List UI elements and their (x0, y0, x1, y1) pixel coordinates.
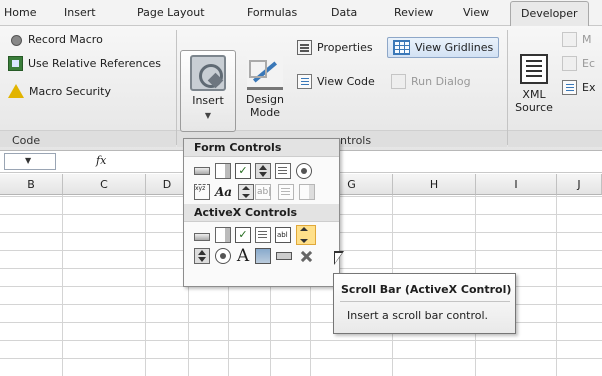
form-option-button-icon[interactable] (296, 163, 312, 179)
tab-insert[interactable]: Insert (64, 6, 96, 19)
xml-source-icon (520, 54, 548, 84)
tab-formulas[interactable]: Formulas (247, 6, 297, 19)
column-header-c[interactable]: C (63, 174, 146, 195)
export-icon (562, 80, 577, 95)
run-dialog-label: Run Dialog (411, 75, 471, 88)
map-icon (562, 32, 577, 47)
gridlines-icon (393, 40, 410, 55)
view-gridlines-button[interactable]: View Gridlines (387, 37, 500, 58)
form-controls-header: Form Controls (184, 139, 339, 157)
tooltip-divider (340, 301, 510, 302)
warning-icon (8, 84, 24, 98)
toolbox-icon (190, 55, 226, 91)
record-icon (8, 32, 23, 47)
tab-data[interactable]: Data (331, 6, 357, 19)
column-header-h[interactable]: H (393, 174, 476, 195)
xml-group-footer (508, 130, 602, 147)
xml-label-1: XML (522, 88, 546, 101)
tooltip-title: Scroll Bar (ActiveX Control) (341, 283, 512, 296)
activex-toggle-button-icon[interactable] (276, 252, 292, 260)
column-header-b[interactable]: B (0, 174, 63, 195)
xml-label-2: Source (515, 101, 553, 114)
macro-security-label: Macro Security (29, 84, 111, 98)
run-dialog-button[interactable]: Run Dialog (391, 74, 471, 89)
code-group-label: Code (12, 134, 41, 147)
run-dialog-icon (391, 74, 406, 89)
ribbon: Record Macro Use Relative References Mac… (0, 26, 602, 151)
tab-page-layout[interactable]: Page Layout (137, 6, 205, 19)
design-mode-label-1: Design (246, 93, 284, 106)
activex-check-box-icon[interactable]: ✓ (235, 227, 251, 243)
xml-expansion-label: Ec (582, 57, 595, 70)
properties-label: Properties (317, 41, 373, 54)
use-relative-references-button[interactable]: Use Relative References (8, 56, 161, 71)
form-combo-box-icon[interactable] (215, 163, 231, 179)
form-label-icon[interactable]: Aa (215, 184, 232, 200)
activex-combo-box-icon[interactable] (215, 227, 231, 243)
xml-export-label: Ex (582, 81, 596, 94)
view-gridlines-label: View Gridlines (415, 41, 494, 54)
relative-references-icon (8, 56, 23, 71)
form-button-control-icon[interactable] (194, 167, 210, 175)
column-header-j[interactable]: J (557, 174, 602, 195)
column-header-i[interactable]: I (476, 174, 557, 195)
group-divider (176, 30, 177, 145)
xml-export-button[interactable]: Ex (562, 80, 595, 95)
view-code-label: View Code (317, 75, 375, 88)
form-list-box-icon[interactable] (275, 163, 291, 179)
form-spin-button-icon[interactable] (255, 163, 271, 179)
activex-option-button-icon[interactable] (215, 248, 231, 264)
xml-map-label: M (582, 33, 592, 46)
design-mode-label-2: Mode (250, 106, 280, 119)
design-mode-button[interactable]: Design Mode (241, 54, 289, 119)
activex-scroll-bar-icon[interactable] (296, 225, 316, 245)
scroll-bar-tooltip: Scroll Bar (ActiveX Control) Insert a sc… (333, 273, 516, 334)
activex-command-button-icon[interactable] (194, 233, 210, 241)
tab-view[interactable]: View (463, 6, 489, 19)
view-code-button[interactable]: View Code (297, 74, 375, 89)
form-combo-dropdown-icon[interactable] (299, 184, 315, 200)
more-controls-icon[interactable] (298, 248, 314, 264)
activex-list-box-icon[interactable] (255, 227, 271, 243)
tab-developer[interactable]: Developer (510, 1, 589, 27)
record-macro-button[interactable]: Record Macro (8, 32, 103, 47)
form-group-box-icon[interactable]: xyz (194, 184, 210, 200)
use-relative-label: Use Relative References (28, 57, 162, 70)
form-text-field-icon[interactable]: ab| (255, 184, 271, 200)
form-check-box-icon[interactable]: ✓ (235, 163, 251, 179)
dropdown-arrow-icon: ▼ (204, 111, 212, 120)
insert-controls-menu: Form Controls ✓ xyz Aa ab| ActiveX Contr… (183, 138, 340, 287)
tab-home[interactable]: Home (4, 6, 36, 19)
name-box[interactable]: ▼ (4, 153, 56, 170)
activex-label-icon[interactable]: A (235, 248, 251, 265)
group-divider (507, 30, 508, 145)
controls-group-label: ntrols (340, 134, 372, 147)
code-icon (297, 74, 312, 89)
properties-icon (297, 40, 312, 55)
activex-spin-button-icon[interactable] (194, 248, 210, 264)
activex-text-box-icon[interactable]: abl (275, 227, 291, 243)
activex-controls-header: ActiveX Controls (184, 204, 339, 222)
tooltip-body: Insert a scroll bar control. (347, 309, 489, 322)
tab-review[interactable]: Review (394, 6, 433, 19)
expansion-icon (562, 56, 577, 71)
name-box-dropdown-icon[interactable]: ▼ (25, 156, 31, 165)
xml-expansion-button[interactable]: Ec (562, 56, 595, 71)
design-mode-icon (247, 54, 283, 90)
insert-controls-button[interactable]: Insert ▼ (180, 50, 236, 132)
form-combo-list-icon[interactable] (278, 184, 294, 200)
record-macro-label: Record Macro (28, 33, 103, 46)
properties-button[interactable]: Properties (297, 40, 373, 55)
form-scroll-bar-icon[interactable] (238, 184, 254, 200)
ribbon-tabs: Home Insert Page Layout Formulas Data Re… (0, 0, 602, 27)
insert-function-icon[interactable]: fx (96, 154, 106, 167)
macro-security-button[interactable]: Macro Security (8, 84, 111, 98)
xml-map-button[interactable]: M (562, 32, 592, 47)
activex-image-icon[interactable] (255, 248, 271, 264)
xml-source-button[interactable]: XML Source (512, 54, 556, 114)
insert-label: Insert (192, 94, 224, 107)
